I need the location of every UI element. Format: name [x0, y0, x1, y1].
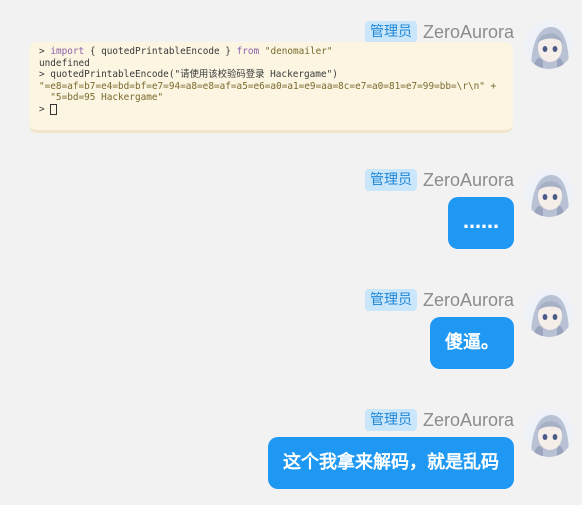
- sender-name[interactable]: ZeroAurora: [423, 289, 514, 311]
- anime-avatar-icon[interactable]: [525, 169, 573, 217]
- message-header: 管理员 ZeroAurora: [364, 409, 514, 431]
- message-bubble[interactable]: ……: [448, 197, 514, 249]
- message-header: 管理员 ZeroAurora: [364, 169, 514, 191]
- anime-avatar-icon[interactable]: [525, 409, 573, 457]
- sender-name[interactable]: ZeroAurora: [423, 21, 514, 43]
- admin-badge: 管理员: [364, 169, 417, 191]
- admin-badge: 管理员: [364, 21, 417, 43]
- admin-badge: 管理员: [364, 409, 417, 431]
- anime-avatar-icon[interactable]: [525, 21, 573, 69]
- message-bubble[interactable]: 傻逼。: [430, 317, 514, 369]
- console-output: > import { quotedPrintableEncode } from …: [39, 46, 497, 115]
- message-header: 管理员 ZeroAurora: [364, 289, 514, 311]
- sender-name[interactable]: ZeroAurora: [423, 409, 514, 431]
- admin-badge: 管理员: [364, 289, 417, 311]
- sender-name[interactable]: ZeroAurora: [423, 169, 514, 191]
- code-screenshot[interactable]: > import { quotedPrintableEncode } from …: [29, 42, 513, 133]
- anime-avatar-icon[interactable]: [525, 289, 573, 337]
- text-cursor: [50, 103, 58, 115]
- message-header: 管理员 ZeroAurora: [364, 21, 514, 43]
- message-bubble[interactable]: 这个我拿来解码，就是乱码: [268, 437, 514, 489]
